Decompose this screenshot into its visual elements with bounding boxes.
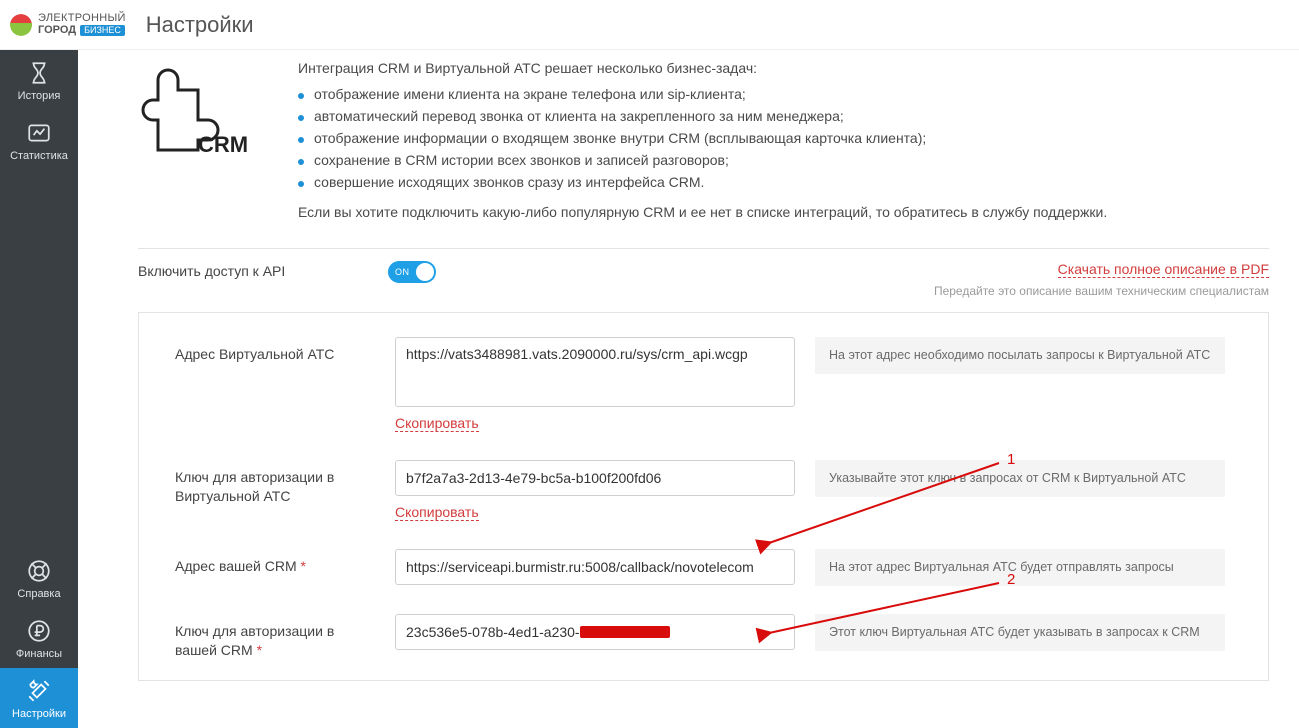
field-hint: На этот адрес необходимо посылать запрос… — [815, 337, 1225, 374]
api-access-label: Включить доступ к API — [138, 261, 358, 279]
page-title: Настройки — [146, 12, 254, 38]
intro-bullet: совершение исходящих звонков сразу из ин… — [298, 174, 1269, 190]
field-label: Ключ для авторизации в вашей CRM * — [175, 614, 375, 660]
sidebar-item-label: Настройки — [12, 708, 66, 720]
download-pdf-subtext: Передайте это описание вашим техническим… — [934, 284, 1269, 298]
sidebar-item-label: Справка — [17, 588, 60, 600]
svg-text:CRM: CRM — [198, 132, 248, 157]
section-divider — [138, 248, 1269, 249]
crm-puzzle-icon: CRM — [138, 60, 258, 160]
topbar: ЭЛЕКТРОННЫЙ ГОРОД БИЗНЕС Настройки — [0, 0, 1299, 50]
sidebar-item-help[interactable]: Справка — [0, 548, 78, 608]
lifebuoy-icon — [26, 558, 52, 584]
intro-lead: Интеграция CRM и Виртуальной АТС решает … — [298, 60, 1269, 76]
chart-icon — [26, 120, 52, 146]
required-star-icon: * — [301, 558, 306, 574]
vats-key-field[interactable] — [395, 460, 795, 496]
api-access-toggle[interactable]: ON — [388, 261, 436, 283]
field-label: Ключ для авторизации в Виртуальной АТС — [175, 460, 375, 506]
brand-logo[interactable]: ЭЛЕКТРОННЫЙ ГОРОД БИЗНЕС — [10, 13, 126, 36]
sidebar-item-finance[interactable]: Финансы — [0, 608, 78, 668]
sidebar-item-history[interactable]: История — [0, 50, 78, 110]
intro-bullet: сохранение в CRM истории всех звонков и … — [298, 152, 1269, 168]
field-label: Адрес вашей CRM * — [175, 549, 375, 576]
copy-button[interactable]: Скопировать — [395, 504, 479, 521]
sidebar: История Статистика Справка Финансы Настр… — [0, 50, 78, 728]
form-row-vats-key: Ключ для авторизации в Виртуальной АТС С… — [175, 460, 1238, 521]
crm-address-field[interactable] — [395, 549, 795, 585]
brand-text: ЭЛЕКТРОННЫЙ ГОРОД БИЗНЕС — [38, 13, 126, 36]
field-label: Адрес Виртуальной АТС — [175, 337, 375, 364]
field-hint: На этот адрес Виртуальная АТС будет отпр… — [815, 549, 1225, 586]
sidebar-item-statistics[interactable]: Статистика — [0, 110, 78, 170]
ruble-icon — [26, 618, 52, 644]
crm-key-field[interactable]: 23c536e5-078b-4ed1-a230- — [395, 614, 795, 650]
sidebar-item-settings[interactable]: Настройки — [0, 668, 78, 728]
redacted-block — [580, 626, 670, 638]
form-row-crm-address: Адрес вашей CRM * На этот адрес Виртуаль… — [175, 549, 1238, 586]
api-settings-card: Адрес Виртуальной АТС https://vats348898… — [138, 312, 1269, 681]
api-access-row: Включить доступ к API ON Скачать полное … — [138, 261, 1269, 298]
vats-address-field[interactable]: https://vats3488981.vats.2090000.ru/sys/… — [395, 337, 795, 407]
form-row-crm-key: Ключ для авторизации в вашей CRM * 23c53… — [175, 614, 1238, 660]
crm-key-prefix: 23c536e5-078b-4ed1-a230- — [406, 624, 580, 640]
brand-mark-icon — [10, 14, 32, 36]
main-content: CRM Интеграция CRM и Виртуальной АТС реш… — [78, 50, 1299, 728]
sidebar-item-label: Финансы — [16, 648, 62, 660]
toggle-knob — [416, 263, 434, 281]
toggle-state-text: ON — [395, 267, 410, 277]
intro-bullet-list: отображение имени клиента на экране теле… — [298, 86, 1269, 190]
hourglass-icon — [26, 60, 52, 86]
field-hint: Этот ключ Виртуальная АТС будет указыват… — [815, 614, 1225, 651]
sidebar-item-label: Статистика — [10, 150, 68, 162]
intro-footer: Если вы хотите подключить какую-либо поп… — [298, 204, 1269, 220]
copy-button[interactable]: Скопировать — [395, 415, 479, 432]
form-row-vats-address: Адрес Виртуальной АТС https://vats348898… — [175, 337, 1238, 432]
required-star-icon: * — [257, 642, 262, 658]
intro-section: CRM Интеграция CRM и Виртуальной АТС реш… — [138, 60, 1269, 232]
intro-bullet: автоматический перевод звонка от клиента… — [298, 108, 1269, 124]
field-hint: Указывайте этот ключ в запросах от CRM к… — [815, 460, 1225, 497]
sidebar-item-label: История — [18, 90, 61, 102]
tools-icon — [26, 678, 52, 704]
intro-bullet: отображение имени клиента на экране теле… — [298, 86, 1269, 102]
download-pdf-link[interactable]: Скачать полное описание в PDF — [1058, 261, 1269, 278]
intro-bullet: отображение информации о входящем звонке… — [298, 130, 1269, 146]
